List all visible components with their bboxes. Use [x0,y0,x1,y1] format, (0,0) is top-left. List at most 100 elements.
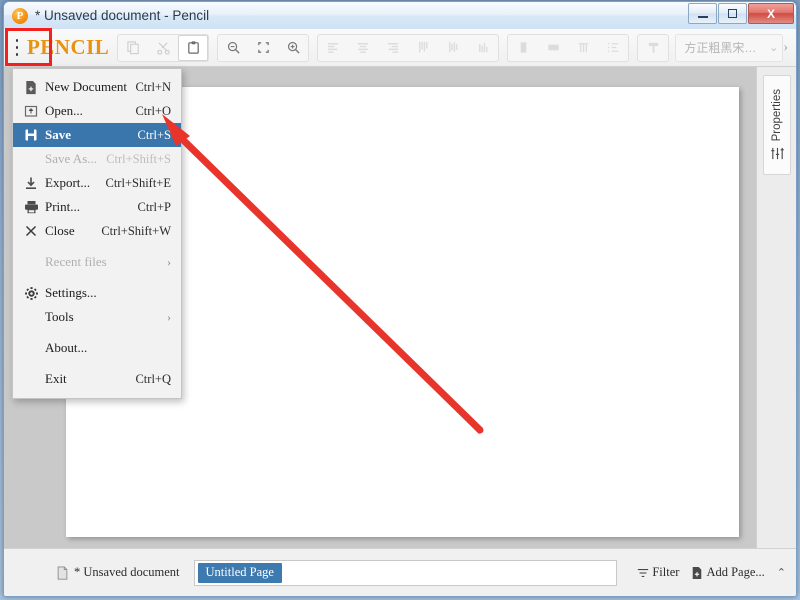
hamburger-menu-icon[interactable] [16,35,18,61]
open-folder-icon [21,104,41,118]
pencil-logo-icon: P [12,8,28,24]
menu-separator [13,329,181,336]
menu-item-shortcut: Ctrl+N [135,79,171,94]
menu-item-tools[interactable]: Tools › [13,305,181,329]
new-document-icon [21,80,41,95]
menu-item-label: Tools [45,309,74,324]
sliders-icon [770,148,784,160]
text-format-icon [648,42,659,53]
document-indicator[interactable]: * Unsaved document [56,565,180,580]
clipboard-toolbar-group [117,33,210,62]
font-family-value: 方正粗黑宋… [684,41,757,55]
align-right-button[interactable] [378,35,408,61]
align-top-icon [418,41,428,53]
document-icon [57,565,68,580]
zoom-toolbar-group [217,33,310,62]
group-icon [578,43,589,53]
menu-item-label: Recent files [45,254,107,269]
add-page-button[interactable]: Add Page... [691,565,765,580]
fit-screen-icon [257,42,269,53]
menu-item-print[interactable]: Print... Ctrl+P [13,195,181,219]
add-page-label: Add Page... [706,565,765,579]
menu-item-export[interactable]: Export... Ctrl+Shift+E [13,171,181,195]
page-tab-bar[interactable]: Untitled Page [193,559,618,586]
menu-item-settings[interactable]: Settings... [13,281,181,305]
magnifier-minus-icon [227,41,240,54]
align-top-button[interactable] [408,35,438,61]
menu-item-new-document[interactable]: New Document Ctrl+N [13,75,181,99]
close-button[interactable]: X [748,3,794,24]
align-bottom-button[interactable] [468,35,498,61]
menu-item-label: New Document [45,79,127,94]
window-title: * Unsaved document - Pencil [35,8,210,23]
menu-separator [13,360,181,367]
menu-item-save-as: Save As... Ctrl+Shift+S [13,147,181,171]
floppy-save-icon [21,128,41,142]
menu-item-shortcut: Ctrl+S [137,127,171,142]
menu-separator [13,274,181,281]
distribute-vertical-button[interactable] [538,35,568,61]
minimize-button[interactable] [688,3,717,24]
app-brand-label: PENCIL [26,35,110,59]
align-center-button[interactable] [348,35,378,61]
group-button[interactable] [568,35,598,61]
cut-button[interactable] [148,35,178,61]
distribute-horizontal-icon [520,42,527,53]
menu-item-shortcut: Ctrl+Shift+W [101,223,171,238]
menu-item-exit[interactable]: Exit Ctrl+Q [13,367,181,391]
font-family-selector[interactable]: 方正粗黑宋… ⌄ [675,33,784,62]
title-bar[interactable]: P * Unsaved document - Pencil X [4,2,796,29]
order-list-icon [607,43,619,52]
text-format-button[interactable] [638,35,668,61]
menu-item-label: Save As... [45,151,97,166]
menu-item-save[interactable]: Save Ctrl+S [13,123,181,147]
gear-icon [21,286,41,301]
align-left-button[interactable] [318,35,348,61]
align-center-icon [357,43,369,53]
align-left-icon [327,43,339,53]
menu-item-label: About... [45,340,88,355]
filter-button[interactable]: Filter [637,565,679,580]
chevron-up-icon[interactable]: ⌃ [777,566,786,579]
desktop-background: P * Unsaved document - Pencil X PENCIL 方… [0,0,800,600]
page-tab-untitled[interactable]: Untitled Page [197,562,282,583]
distribute-horizontal-button[interactable] [508,35,538,61]
hamburger-bar [16,39,18,42]
properties-tab-label: Properties [771,88,783,142]
paste-button[interactable] [178,34,209,61]
document-name-label: * Unsaved document [74,565,180,579]
menu-item-label: Settings... [45,285,97,300]
copy-icon [127,41,139,55]
menu-item-label: Print... [45,199,81,214]
add-page-icon [693,566,702,579]
align-middle-button[interactable] [438,35,468,61]
menu-item-open[interactable]: Open... Ctrl+O [13,99,181,123]
main-toolbar: PENCIL 方正粗黑宋… ⌄ › [4,29,796,67]
file-dropdown-menu[interactable]: New Document Ctrl+N Open... Ctrl+O Save Ctrl+… [12,68,182,399]
menu-item-about[interactable]: About... [13,336,181,360]
menu-item-close[interactable]: Close Ctrl+Shift+W [13,219,181,243]
menu-item-label: Save [45,127,71,142]
export-down-icon [21,176,41,190]
menu-item-label: Exit [45,371,67,386]
zoom-out-button[interactable] [218,35,248,61]
zoom-fit-button[interactable] [248,35,278,61]
status-bar: * Unsaved document Untitled Page Filter … [4,548,796,596]
distribute-toolbar-group [507,33,630,62]
maximize-button[interactable] [718,3,747,24]
properties-rail: Properties [756,67,796,548]
clipboard-icon [188,41,199,54]
text-toolbar-group [637,33,670,62]
toolbar-overflow-button[interactable]: › [783,40,788,56]
application-window: P * Unsaved document - Pencil X PENCIL 方… [3,1,797,597]
properties-panel-tab[interactable]: Properties [763,75,791,175]
window-controls: X [688,3,794,24]
hamburger-bar [16,53,18,56]
chevron-down-icon: ⌄ [769,42,779,54]
copy-button[interactable] [118,35,148,61]
order-button[interactable] [598,35,628,61]
align-right-icon [387,43,399,53]
close-x-icon [21,224,41,238]
align-toolbar-group [317,33,500,62]
zoom-in-button[interactable] [278,35,308,61]
